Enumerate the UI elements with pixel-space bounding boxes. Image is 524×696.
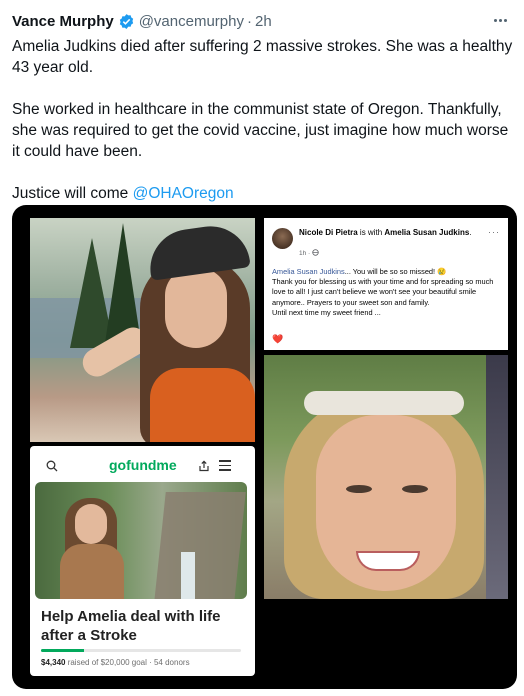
fb-time-text: 1h · — [299, 250, 313, 257]
fb-post-text: Amelia Susan Judkins... You will be so s… — [272, 267, 500, 318]
tweet-paragraph-2: She worked in healthcare in the communis… — [12, 101, 509, 160]
donor-count: 54 donors — [153, 658, 190, 667]
menu-icon — [219, 460, 231, 471]
share-icon — [198, 459, 210, 472]
author-handle[interactable]: @vancemurphy — [139, 13, 244, 30]
photo-woman-hiking — [30, 218, 255, 442]
tweet-header: Vance Murphy @vancemurphy · 2h — [12, 10, 512, 32]
separator: · — [246, 12, 252, 30]
fundraiser-stats: $4,340 raised of $20,000 goal · 54 donor… — [41, 658, 190, 667]
amount-raised: $4,340 — [41, 658, 66, 667]
more-options-icon[interactable] — [490, 12, 510, 28]
fb-timestamp: 1h · — [299, 249, 319, 257]
tweet-text: Amelia Judkins died after suffering 2 ma… — [12, 36, 517, 204]
mention-link[interactable]: @OHAOregon — [133, 185, 234, 202]
tweet-timestamp[interactable]: 2h — [255, 13, 272, 30]
tweet-paragraph-3-text: Justice will come — [12, 185, 133, 202]
tweet-paragraph-3: Justice will come @OHAOregon — [12, 183, 517, 204]
photo-woman-smiling — [264, 355, 508, 599]
fb-line-1-text: ... You will be so so missed! 😢 — [344, 267, 447, 276]
gofundme-card: gofundme Help Amelia deal with life afte… — [30, 446, 255, 676]
fb-tag: Amelia Susan Judkins — [272, 267, 345, 276]
globe-icon — [312, 249, 319, 256]
goal-text: raised of $20,000 goal · — [65, 658, 154, 667]
fb-tagged: Amelia Susan Judkins — [384, 228, 470, 237]
fb-line-3: Until next time my sweet friend ... — [272, 307, 381, 317]
gofundme-logo: gofundme — [109, 457, 177, 473]
search-icon — [46, 459, 58, 472]
fb-post-header: Nicole Di Pietra is with Amelia Susan Ju… — [299, 228, 474, 238]
facebook-post: Nicole Di Pietra is with Amelia Susan Ju… — [264, 218, 508, 350]
tweet-media[interactable]: gofundme Help Amelia deal with life afte… — [12, 205, 517, 689]
verified-badge-icon — [118, 13, 135, 30]
fb-period: . — [469, 228, 472, 237]
fundraiser-title: Help Amelia deal with life after a Strok… — [41, 608, 221, 644]
fundraiser-progress-bar — [41, 649, 241, 652]
fb-author: Nicole Di Pietra — [299, 228, 358, 237]
fb-more-icon: ··· — [488, 227, 500, 237]
fb-line-1: Amelia Susan Judkins... You will be so s… — [272, 267, 500, 277]
fundraiser-photo — [35, 482, 247, 599]
fb-with-text: is with — [357, 228, 385, 237]
fb-line-2: Thank you for blessing us with your time… — [272, 277, 494, 307]
gofundme-header: gofundme — [30, 446, 255, 482]
author-name[interactable]: Vance Murphy — [12, 13, 114, 30]
avatar — [272, 228, 293, 249]
heart-icon: ❤️ — [272, 334, 284, 344]
tweet-paragraph-1: Amelia Judkins died after suffering 2 ma… — [12, 38, 513, 76]
fundraiser-progress-fill — [41, 649, 85, 652]
